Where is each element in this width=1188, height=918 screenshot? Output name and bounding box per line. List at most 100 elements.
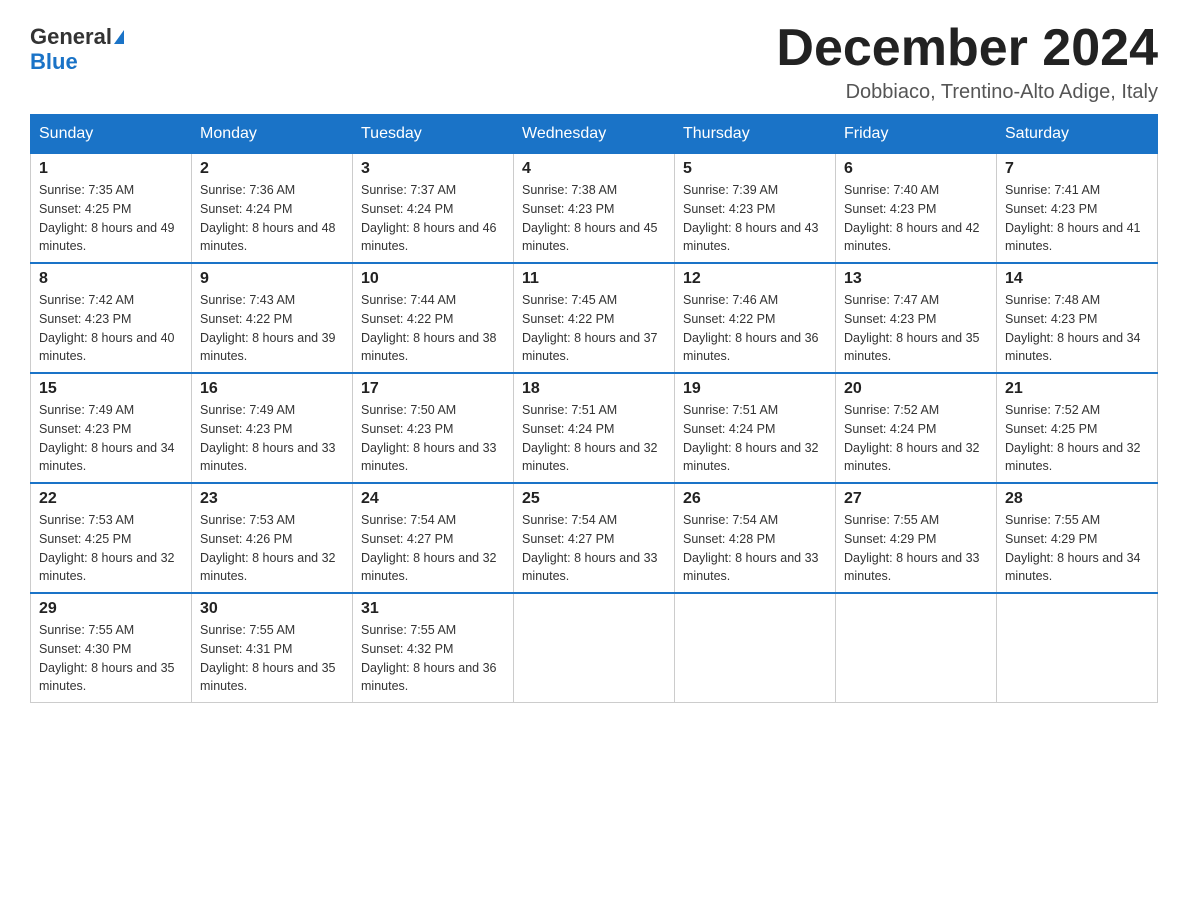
day-info: Sunrise: 7:36 AMSunset: 4:24 PMDaylight:…: [200, 181, 344, 256]
day-number: 4: [522, 160, 666, 178]
day-info: Sunrise: 7:45 AMSunset: 4:22 PMDaylight:…: [522, 291, 666, 366]
day-info: Sunrise: 7:54 AMSunset: 4:28 PMDaylight:…: [683, 511, 827, 586]
page-header: General Blue December 2024 Dobbiaco, Tre…: [30, 20, 1158, 104]
day-number: 13: [844, 270, 988, 288]
calendar-cell: 14 Sunrise: 7:48 AMSunset: 4:23 PMDayligh…: [997, 263, 1158, 373]
day-info: Sunrise: 7:46 AMSunset: 4:22 PMDaylight:…: [683, 291, 827, 366]
logo-general: General: [30, 25, 112, 49]
day-number: 14: [1005, 270, 1149, 288]
day-number: 25: [522, 490, 666, 508]
logo-blue: Blue: [30, 49, 78, 75]
day-number: 12: [683, 270, 827, 288]
day-info: Sunrise: 7:55 AMSunset: 4:30 PMDaylight:…: [39, 621, 183, 696]
calendar-cell: 6 Sunrise: 7:40 AMSunset: 4:23 PMDaylight…: [836, 154, 997, 264]
day-number: 10: [361, 270, 505, 288]
day-number: 6: [844, 160, 988, 178]
day-info: Sunrise: 7:53 AMSunset: 4:26 PMDaylight:…: [200, 511, 344, 586]
day-info: Sunrise: 7:49 AMSunset: 4:23 PMDaylight:…: [200, 401, 344, 476]
calendar-cell: 20 Sunrise: 7:52 AMSunset: 4:24 PMDayligh…: [836, 373, 997, 483]
calendar-cell: 9Sunrise: 7:43 AMSunset: 4:22 PMDaylight…: [192, 263, 353, 373]
day-number: 22: [39, 490, 183, 508]
calendar-cell: 5 Sunrise: 7:39 AMSunset: 4:23 PMDaylight…: [675, 154, 836, 264]
calendar-cell: [514, 593, 675, 703]
day-info: Sunrise: 7:51 AMSunset: 4:24 PMDaylight:…: [522, 401, 666, 476]
calendar-cell: [997, 593, 1158, 703]
calendar-cell: 29 Sunrise: 7:55 AMSunset: 4:30 PMDayligh…: [31, 593, 192, 703]
calendar-cell: 8 Sunrise: 7:42 AMSunset: 4:23 PMDaylight…: [31, 263, 192, 373]
calendar-week-row: 1Sunrise: 7:35 AMSunset: 4:25 PMDaylight…: [31, 154, 1158, 264]
day-info: Sunrise: 7:48 AMSunset: 4:23 PMDaylight:…: [1005, 291, 1149, 366]
calendar-cell: [836, 593, 997, 703]
day-info: Sunrise: 7:52 AMSunset: 4:24 PMDaylight:…: [844, 401, 988, 476]
logo: General Blue: [30, 20, 124, 75]
day-number: 9: [200, 270, 344, 288]
day-info: Sunrise: 7:54 AMSunset: 4:27 PMDaylight:…: [522, 511, 666, 586]
day-number: 8: [39, 270, 183, 288]
calendar-cell: 11Sunrise: 7:45 AMSunset: 4:22 PMDayligh…: [514, 263, 675, 373]
day-info: Sunrise: 7:54 AMSunset: 4:27 PMDaylight:…: [361, 511, 505, 586]
day-info: Sunrise: 7:41 AMSunset: 4:23 PMDaylight:…: [1005, 181, 1149, 256]
day-number: 20: [844, 380, 988, 398]
calendar-cell: 7 Sunrise: 7:41 AMSunset: 4:23 PMDaylight…: [997, 154, 1158, 264]
day-number: 31: [361, 600, 505, 618]
day-number: 5: [683, 160, 827, 178]
day-number: 24: [361, 490, 505, 508]
calendar-cell: 28 Sunrise: 7:55 AMSunset: 4:29 PMDayligh…: [997, 483, 1158, 593]
calendar-cell: 26Sunrise: 7:54 AMSunset: 4:28 PMDayligh…: [675, 483, 836, 593]
day-number: 21: [1005, 380, 1149, 398]
calendar-header-row: SundayMondayTuesdayWednesdayThursdayFrid…: [31, 115, 1158, 154]
day-info: Sunrise: 7:55 AMSunset: 4:29 PMDaylight:…: [1005, 511, 1149, 586]
day-number: 19: [683, 380, 827, 398]
day-number: 1: [39, 160, 183, 178]
day-number: 27: [844, 490, 988, 508]
calendar-cell: 10Sunrise: 7:44 AMSunset: 4:22 PMDayligh…: [353, 263, 514, 373]
day-info: Sunrise: 7:47 AMSunset: 4:23 PMDaylight:…: [844, 291, 988, 366]
day-number: 28: [1005, 490, 1149, 508]
day-info: Sunrise: 7:49 AMSunset: 4:23 PMDaylight:…: [39, 401, 183, 476]
calendar-week-row: 15 Sunrise: 7:49 AMSunset: 4:23 PMDayligh…: [31, 373, 1158, 483]
calendar-cell: 24 Sunrise: 7:54 AMSunset: 4:27 PMDayligh…: [353, 483, 514, 593]
logo-triangle-icon: [114, 30, 124, 44]
calendar-cell: 30 Sunrise: 7:55 AMSunset: 4:31 PMDayligh…: [192, 593, 353, 703]
calendar-cell: 16Sunrise: 7:49 AMSunset: 4:23 PMDayligh…: [192, 373, 353, 483]
location: Dobbiaco, Trentino-Alto Adige, Italy: [776, 81, 1158, 104]
day-info: Sunrise: 7:37 AMSunset: 4:24 PMDaylight:…: [361, 181, 505, 256]
calendar-cell: 17 Sunrise: 7:50 AMSunset: 4:23 PMDayligh…: [353, 373, 514, 483]
day-info: Sunrise: 7:51 AMSunset: 4:24 PMDaylight:…: [683, 401, 827, 476]
calendar-cell: 21Sunrise: 7:52 AMSunset: 4:25 PMDayligh…: [997, 373, 1158, 483]
calendar-cell: 2 Sunrise: 7:36 AMSunset: 4:24 PMDaylight…: [192, 154, 353, 264]
column-header-monday: Monday: [192, 115, 353, 154]
day-number: 30: [200, 600, 344, 618]
column-header-saturday: Saturday: [997, 115, 1158, 154]
day-info: Sunrise: 7:55 AMSunset: 4:32 PMDaylight:…: [361, 621, 505, 696]
day-number: 3: [361, 160, 505, 178]
day-info: Sunrise: 7:40 AMSunset: 4:23 PMDaylight:…: [844, 181, 988, 256]
day-number: 18: [522, 380, 666, 398]
column-header-wednesday: Wednesday: [514, 115, 675, 154]
calendar-cell: 19 Sunrise: 7:51 AMSunset: 4:24 PMDayligh…: [675, 373, 836, 483]
calendar-week-row: 22Sunrise: 7:53 AMSunset: 4:25 PMDayligh…: [31, 483, 1158, 593]
day-number: 17: [361, 380, 505, 398]
day-info: Sunrise: 7:55 AMSunset: 4:31 PMDaylight:…: [200, 621, 344, 696]
calendar-cell: 12 Sunrise: 7:46 AMSunset: 4:22 PMDayligh…: [675, 263, 836, 373]
column-header-tuesday: Tuesday: [353, 115, 514, 154]
column-header-sunday: Sunday: [31, 115, 192, 154]
day-number: 7: [1005, 160, 1149, 178]
column-header-thursday: Thursday: [675, 115, 836, 154]
calendar-cell: 25 Sunrise: 7:54 AMSunset: 4:27 PMDayligh…: [514, 483, 675, 593]
calendar-cell: 22Sunrise: 7:53 AMSunset: 4:25 PMDayligh…: [31, 483, 192, 593]
calendar-cell: 3 Sunrise: 7:37 AMSunset: 4:24 PMDaylight…: [353, 154, 514, 264]
calendar-cell: [675, 593, 836, 703]
day-number: 2: [200, 160, 344, 178]
day-info: Sunrise: 7:39 AMSunset: 4:23 PMDaylight:…: [683, 181, 827, 256]
month-title: December 2024: [776, 20, 1158, 77]
day-number: 29: [39, 600, 183, 618]
calendar-cell: 15 Sunrise: 7:49 AMSunset: 4:23 PMDayligh…: [31, 373, 192, 483]
calendar-table: SundayMondayTuesdayWednesdayThursdayFrid…: [30, 114, 1158, 703]
calendar-cell: 31 Sunrise: 7:55 AMSunset: 4:32 PMDayligh…: [353, 593, 514, 703]
calendar-cell: 1Sunrise: 7:35 AMSunset: 4:25 PMDaylight…: [31, 154, 192, 264]
day-info: Sunrise: 7:50 AMSunset: 4:23 PMDaylight:…: [361, 401, 505, 476]
calendar-cell: 23Sunrise: 7:53 AMSunset: 4:26 PMDayligh…: [192, 483, 353, 593]
day-number: 15: [39, 380, 183, 398]
day-info: Sunrise: 7:42 AMSunset: 4:23 PMDaylight:…: [39, 291, 183, 366]
